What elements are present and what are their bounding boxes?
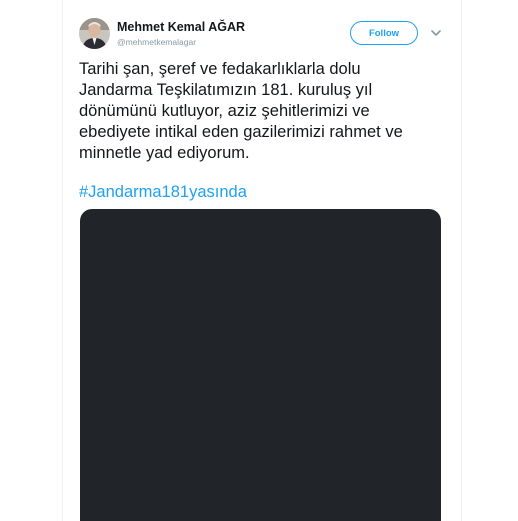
follow-button[interactable]: Follow: [350, 21, 418, 45]
tweet-text-line: Jandarma Teşkilatımızın 181. kuruluş yıl: [79, 81, 373, 99]
tweet-text-line: minnetle yad ediyorum.: [79, 144, 250, 162]
tweet-text-line: dönümünü kutluyor, aziz şehitlerimizi ve: [79, 102, 370, 120]
user-avatar-icon: [79, 18, 110, 49]
tweet-media[interactable]: [80, 209, 441, 521]
user-name[interactable]: Mehmet Kemal AĞAR: [117, 20, 245, 34]
chevron-down-icon[interactable]: [430, 27, 442, 39]
tweet-text-line: Tarihi şan, şeref ve fedakarlıklarla dol…: [79, 60, 361, 78]
tweet-text: Tarihi şan, şeref ve fedakarlıklarla dol…: [79, 59, 441, 164]
tweet-header: Mehmet Kemal AĞAR @mehmetkemalagar Follo…: [79, 18, 449, 52]
user-handle[interactable]: @mehmetkemalagar: [117, 37, 196, 47]
tweet-text-line: ebediyete intikal eden gazilerimizi rahm…: [79, 123, 403, 141]
hashtag-link[interactable]: #Jandarma181yasında: [79, 183, 247, 202]
page: Mehmet Kemal AĞAR @mehmetkemalagar Follo…: [0, 0, 518, 521]
avatar[interactable]: [79, 18, 110, 49]
